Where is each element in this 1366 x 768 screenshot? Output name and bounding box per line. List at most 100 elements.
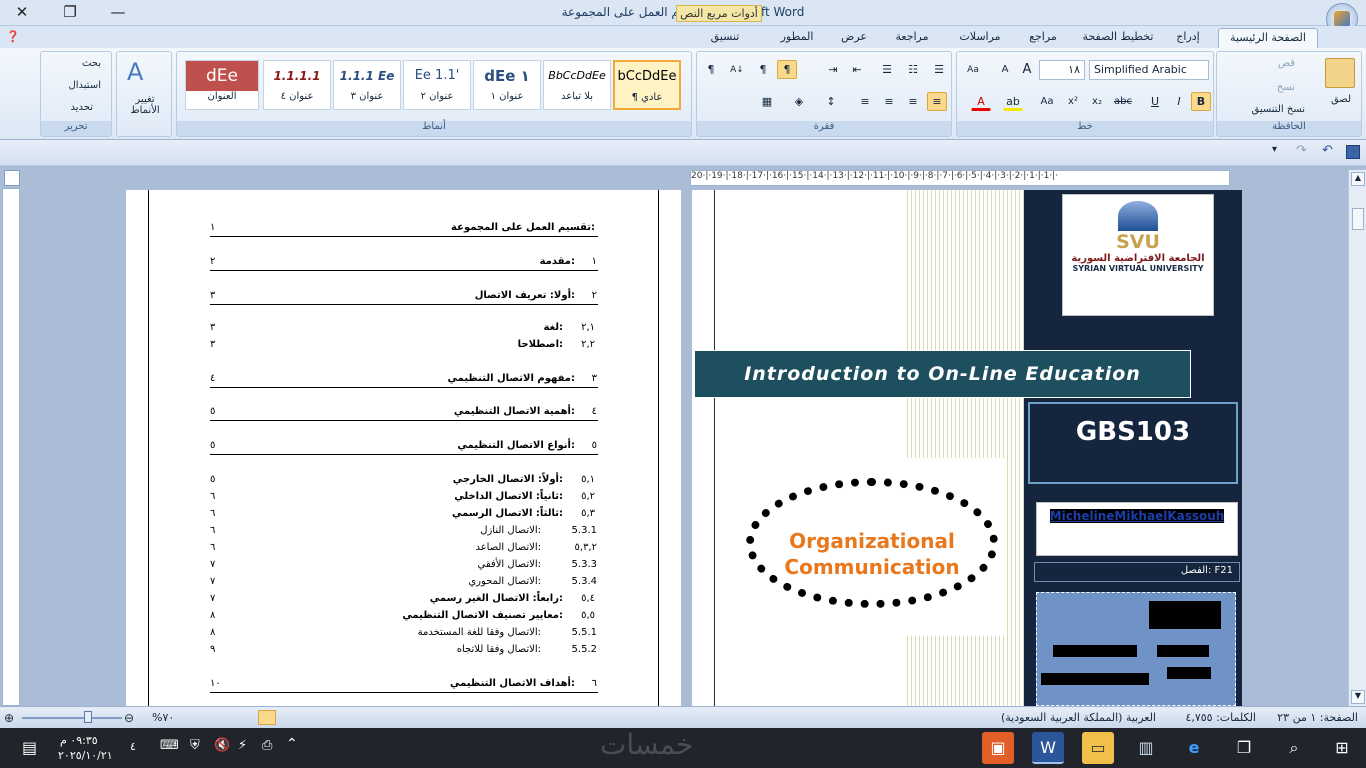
sort-icon[interactable]: A↓	[727, 60, 747, 79]
select-button[interactable]: تحديد	[70, 102, 93, 113]
network-icon[interactable]: ⚡	[238, 738, 247, 753]
taskbar-computer-icon[interactable]: ▥	[1130, 732, 1162, 764]
print-layout-view-icon[interactable]	[258, 710, 276, 725]
taskbar-file-explorer-icon[interactable]: ▭	[1082, 732, 1114, 764]
security-icon[interactable]: ⛨	[190, 738, 200, 753]
toc-row[interactable]	[210, 324, 598, 337]
font-color-icon[interactable]: A	[971, 92, 991, 111]
style-normal[interactable]: bCcDdEe ¶ عادي	[613, 60, 681, 110]
replace-button[interactable]: استبدال	[69, 80, 102, 91]
tab-selector-icon[interactable]	[4, 170, 20, 186]
copy-button[interactable]: نسخ	[1277, 82, 1295, 93]
notification-center-icon[interactable]: ▤	[22, 738, 37, 757]
subscript-button[interactable]: x₂	[1087, 92, 1107, 111]
minimize-button[interactable]: —	[96, 0, 140, 24]
line-spacing-icon[interactable]: ↕	[821, 92, 841, 111]
highlight-color-icon[interactable]: ab	[1003, 92, 1023, 111]
maximize-button[interactable]: ❐	[48, 0, 92, 24]
align-right-button[interactable]: ≡	[927, 92, 947, 111]
style-title[interactable]: dEe العنوان	[185, 60, 259, 110]
grow-font-button[interactable]: A	[1017, 60, 1037, 79]
numbering-icon[interactable]: ☷	[903, 60, 923, 79]
style-heading-3[interactable]: 1.1.1 Ee عنوان ٣	[333, 60, 401, 110]
customize-qat-icon[interactable]: ▾	[1272, 144, 1277, 155]
tab-view[interactable]: عرض	[832, 28, 876, 48]
multilevel-list-icon[interactable]: ☰	[877, 60, 897, 79]
taskbar-edge-icon[interactable]: e	[1178, 732, 1210, 764]
font-size-combo[interactable]: ١٨	[1039, 60, 1085, 80]
strikethrough-button[interactable]: abc	[1113, 92, 1133, 111]
language-indicator[interactable]: العربية (المملكة العربية السعودية)	[1001, 711, 1156, 724]
selected-textbox[interactable]	[1036, 592, 1236, 706]
tab-review[interactable]: مراجعة	[884, 28, 940, 48]
scroll-thumb[interactable]	[1352, 208, 1364, 230]
scroll-down-icon[interactable]: ▼	[1351, 690, 1365, 704]
undo-icon[interactable]: ↶	[1322, 143, 1333, 158]
page-count[interactable]: الصفحة: ١ من ٢٣	[1277, 711, 1358, 724]
tab-page-layout[interactable]: تخطيط الصفحة	[1076, 28, 1160, 48]
find-button[interactable]: بحث	[82, 58, 101, 69]
style-heading-2[interactable]: Ee 1.1' عنوان ٢	[403, 60, 471, 110]
document-page-1[interactable]: SVU الجامعة الافتراضية السورية SYRIAN VI…	[692, 190, 1242, 706]
ltr-direction-button[interactable]: ¶	[753, 60, 773, 79]
notification-count[interactable]: ٤	[130, 740, 136, 753]
usb-icon[interactable]: ⎙	[262, 738, 272, 753]
course-title[interactable]: Introduction to On-Line Education	[694, 350, 1191, 398]
increase-indent-icon[interactable]: ⇥	[823, 60, 843, 79]
help-icon[interactable]: ❓	[6, 30, 20, 43]
bullets-icon[interactable]: ☰	[929, 60, 949, 79]
show-hidden-icons[interactable]: ⌃	[286, 736, 298, 752]
keyboard-icon[interactable]: ⌨	[160, 738, 179, 753]
search-icon[interactable]: ⌕	[1278, 732, 1310, 764]
zoom-slider-thumb[interactable]	[84, 711, 92, 723]
decrease-indent-icon[interactable]: ⇤	[847, 60, 867, 79]
style-heading-1[interactable]: dEe ١ عنوان ١	[473, 60, 541, 110]
author-box[interactable]: MichelineMikhaelKassouh	[1036, 502, 1238, 556]
vertical-scrollbar[interactable]: ▲ ▼	[1348, 170, 1366, 706]
word-count[interactable]: الكلمات: ٤,٧٥٥	[1185, 711, 1256, 724]
align-left-button[interactable]: ≡	[879, 92, 899, 111]
course-code[interactable]: GBS103	[1028, 402, 1238, 484]
close-button[interactable]: ✕	[0, 0, 44, 24]
italic-button[interactable]: I	[1169, 92, 1189, 111]
change-case-button[interactable]: Aa	[1037, 92, 1057, 111]
tab-insert[interactable]: إدراج	[1166, 28, 1210, 48]
tab-home[interactable]: الصفحة الرئيسية	[1218, 28, 1318, 48]
clear-formatting-icon[interactable]: Aa	[963, 60, 983, 79]
redo-icon[interactable]: ↷	[1296, 143, 1307, 158]
justify-button[interactable]: ≡	[855, 92, 875, 111]
rtl-direction-button[interactable]: ¶	[777, 60, 797, 79]
superscript-button[interactable]: x²	[1063, 92, 1083, 111]
clock-time[interactable]: ٠٩:٣٥ م	[60, 734, 98, 747]
paste-button[interactable]: لصق	[1331, 94, 1351, 105]
show-marks-icon[interactable]: ¶	[701, 60, 721, 79]
class-field[interactable]: الفصل: F21	[1034, 562, 1240, 582]
paste-icon[interactable]	[1325, 58, 1355, 88]
taskbar-word-icon[interactable]: W	[1032, 732, 1064, 764]
taskbar-office-icon[interactable]: ▣	[982, 732, 1014, 764]
document-page-2[interactable]: تقسيم العمل على المجموعة: ١ ١ مقدمة: ٢ ٢ أولا:…	[126, 190, 681, 706]
bold-button[interactable]: B	[1191, 92, 1211, 111]
style-heading-4[interactable]: 1.1.1.1 عنوان ٤	[263, 60, 331, 110]
shrink-font-button[interactable]: A	[995, 60, 1015, 79]
tab-format[interactable]: تنسيق	[690, 28, 760, 48]
save-icon[interactable]	[1346, 145, 1360, 159]
font-name-combo[interactable]: Simplified Arabic	[1089, 60, 1209, 80]
volume-muted-icon[interactable]: 🔇	[214, 738, 230, 753]
change-styles-icon[interactable]: A	[127, 58, 143, 86]
zoom-level[interactable]: %٧٠	[152, 711, 174, 724]
scroll-up-icon[interactable]: ▲	[1351, 172, 1365, 186]
tab-developer[interactable]: المطور	[772, 28, 822, 48]
zoom-in-icon[interactable]: ⊕	[4, 711, 14, 725]
format-painter-button[interactable]: نسخ التنسيق	[1252, 104, 1305, 115]
change-styles-button[interactable]: تغيير الأنماط	[121, 94, 169, 116]
align-center-button[interactable]: ≡	[903, 92, 923, 111]
tab-mailings[interactable]: مراسلات	[948, 28, 1012, 48]
borders-icon[interactable]: ▦	[757, 92, 777, 111]
tab-references[interactable]: مراجع	[1018, 28, 1068, 48]
zoom-out-icon[interactable]: ⊖	[124, 711, 134, 725]
style-no-spacing[interactable]: BbCcDdEe بلا تباعد	[543, 60, 611, 110]
underline-button[interactable]: U	[1145, 92, 1165, 111]
task-view-icon[interactable]: ❐	[1228, 732, 1260, 764]
start-button-icon[interactable]: ⊞	[1326, 732, 1358, 764]
